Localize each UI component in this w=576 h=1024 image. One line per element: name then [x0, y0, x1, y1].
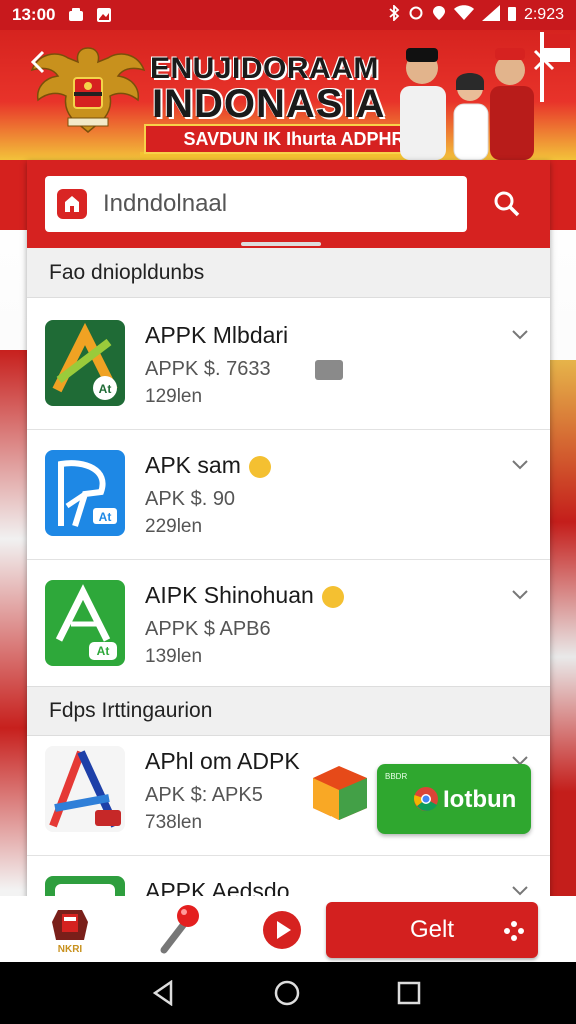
back-button[interactable]	[30, 50, 46, 79]
app-list-item[interactable]: At APPK Mlbdari APPK $. 7633 129len	[27, 300, 550, 430]
get-button[interactable]: Gelt	[326, 902, 538, 958]
section-header: Fao dniopldunbs	[27, 248, 550, 298]
app-size: 129len	[145, 386, 203, 407]
nkri-logo-text: NKRI	[58, 944, 83, 955]
app-price: APK $: APK5	[145, 784, 263, 806]
nav-home-icon[interactable]	[272, 978, 302, 1008]
app-price: APPK $. 7633	[145, 358, 271, 380]
right-decoration	[550, 360, 576, 900]
svg-text:At: At	[99, 510, 112, 524]
sync-icon	[408, 5, 424, 26]
nav-recents-icon[interactable]	[394, 978, 424, 1008]
app-list-item[interactable]: At APK sam APK $. 90 229len	[27, 430, 550, 560]
verified-badge-icon	[321, 585, 344, 608]
bluetooth-icon	[388, 3, 400, 26]
gamepad-icon	[504, 920, 524, 941]
app-size: 738len	[145, 812, 203, 833]
joystick-button[interactable]	[156, 900, 206, 956]
app-icon: At	[45, 580, 125, 666]
app-price: APK $. 90	[145, 488, 236, 510]
install-button-label: Iotbun	[443, 786, 517, 813]
status-bar: 13:00 2:923	[0, 0, 576, 30]
section-title: Fdps Irttingaurion	[49, 699, 213, 722]
search-button[interactable]	[479, 176, 535, 232]
app-name: AIPK Shinohuan	[145, 582, 344, 609]
garuda-emblem-icon	[28, 40, 148, 136]
search-box[interactable]: Indndolnaal	[45, 176, 467, 232]
status-time: 13:00	[12, 5, 56, 24]
install-tiny-label: BBDR	[385, 772, 408, 781]
banner-title-line1: ENUJIDORAAM	[150, 52, 379, 85]
search-input[interactable]: Indndolnaal	[103, 190, 227, 218]
app-size: 139len	[145, 646, 203, 667]
store-logo-icon	[57, 189, 87, 219]
search-icon	[494, 191, 520, 217]
main-panel: Indndolnaal Fao dniopldunbs At APPK Mlbd…	[27, 160, 550, 900]
qr-badge-icon	[315, 360, 343, 380]
svg-text:At: At	[97, 644, 110, 658]
app-name-text: APK sam	[145, 452, 241, 478]
nkri-logo-button[interactable]: NKRI	[44, 902, 96, 956]
banner-people-illustration	[380, 30, 576, 161]
notification-icon	[67, 7, 85, 23]
banner-title-line2: INDONASIA	[152, 82, 386, 126]
chrome-icon	[413, 786, 439, 812]
chevron-down-icon[interactable]	[511, 884, 529, 896]
app-list-item[interactable]: APPK Aedsdo	[27, 856, 550, 900]
section-title: Fao dniopldunbs	[49, 260, 205, 284]
app-icon	[45, 746, 125, 832]
signal-icon	[481, 4, 500, 26]
verified-badge-icon	[248, 455, 271, 478]
chevron-down-icon[interactable]	[511, 588, 529, 600]
app-name-text: AIPK Shinohuan	[145, 582, 314, 608]
app-name: APPK Mlbdari	[145, 322, 289, 348]
app-name: APhl om ADPK	[145, 748, 300, 774]
drag-handle	[241, 242, 321, 246]
system-navigation-bar	[0, 962, 576, 1024]
chevron-down-icon[interactable]	[511, 328, 529, 340]
location-icon	[432, 5, 446, 26]
battery-icon	[507, 5, 516, 26]
status-right-text: 2:923	[523, 6, 564, 23]
play-store-icon[interactable]	[309, 764, 371, 836]
wifi-icon	[453, 4, 474, 26]
app-size: 229len	[145, 516, 203, 537]
chevron-down-icon[interactable]	[511, 458, 529, 470]
banner-ribbon-text: SAVDUN IK Ihurta ADPHR	[183, 128, 405, 149]
search-bar: Indndolnaal	[27, 160, 550, 248]
nav-back-icon[interactable]	[148, 978, 178, 1008]
app-icon: At	[45, 320, 125, 406]
image-icon	[95, 7, 113, 23]
app-name: APK sam	[145, 452, 271, 479]
play-button[interactable]	[262, 910, 302, 950]
svg-text:At: At	[99, 382, 112, 396]
app-list-item[interactable]: At AIPK Shinohuan APPK $ APB6 139len	[27, 560, 550, 690]
app-price: APPK $ APB6	[145, 618, 271, 640]
install-button[interactable]: BBDR Iotbun	[377, 764, 531, 834]
left-decoration	[0, 350, 30, 890]
get-button-label: Gelt	[409, 916, 454, 943]
app-icon: At	[45, 450, 125, 536]
